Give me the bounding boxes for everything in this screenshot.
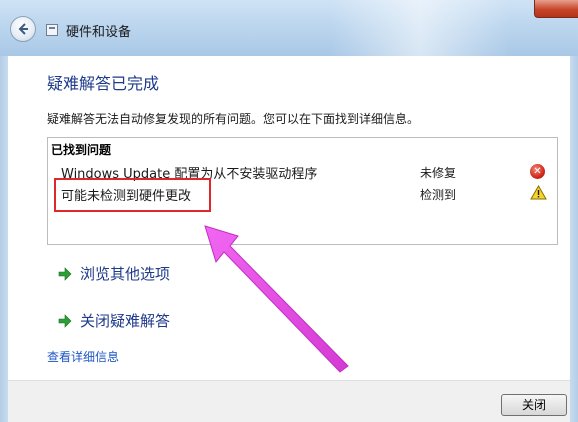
back-arrow-icon [18, 23, 28, 35]
problem-status: 未修复 [420, 166, 457, 180]
footer-bar [8, 380, 570, 422]
breadcrumb[interactable]: 硬件和设备 [66, 21, 131, 40]
title-bar-glow [330, 0, 510, 56]
control-panel-icon [46, 24, 58, 36]
page-description: 疑难解答无法自动修复发现的所有问题。您可以在下面找到详细信息。 [47, 112, 420, 126]
close-troubleshooter-link[interactable]: 关闭疑难解答 [58, 310, 170, 331]
green-arrow-icon [58, 266, 72, 281]
page-title: 疑难解答已完成 [47, 74, 160, 93]
back-button[interactable] [10, 16, 36, 42]
close-button[interactable]: 关闭 [501, 394, 567, 416]
close-troubleshooter-label: 关闭疑难解答 [80, 312, 171, 330]
problem-status: 检测到 [420, 188, 457, 202]
error-icon: ✕ [530, 164, 545, 179]
window-frame-right [570, 56, 578, 422]
green-arrow-icon [58, 313, 72, 328]
highlight-box [54, 178, 211, 212]
window-frame-left [0, 56, 8, 422]
warning-icon [530, 185, 547, 200]
view-details-link[interactable]: 查看详细信息 [47, 348, 119, 365]
problems-title: 已找到问题 [51, 143, 112, 157]
browse-options-link[interactable]: 浏览其他选项 [58, 263, 170, 284]
window-close-control[interactable] [534, 0, 578, 18]
browse-options-label: 浏览其他选项 [80, 265, 171, 283]
